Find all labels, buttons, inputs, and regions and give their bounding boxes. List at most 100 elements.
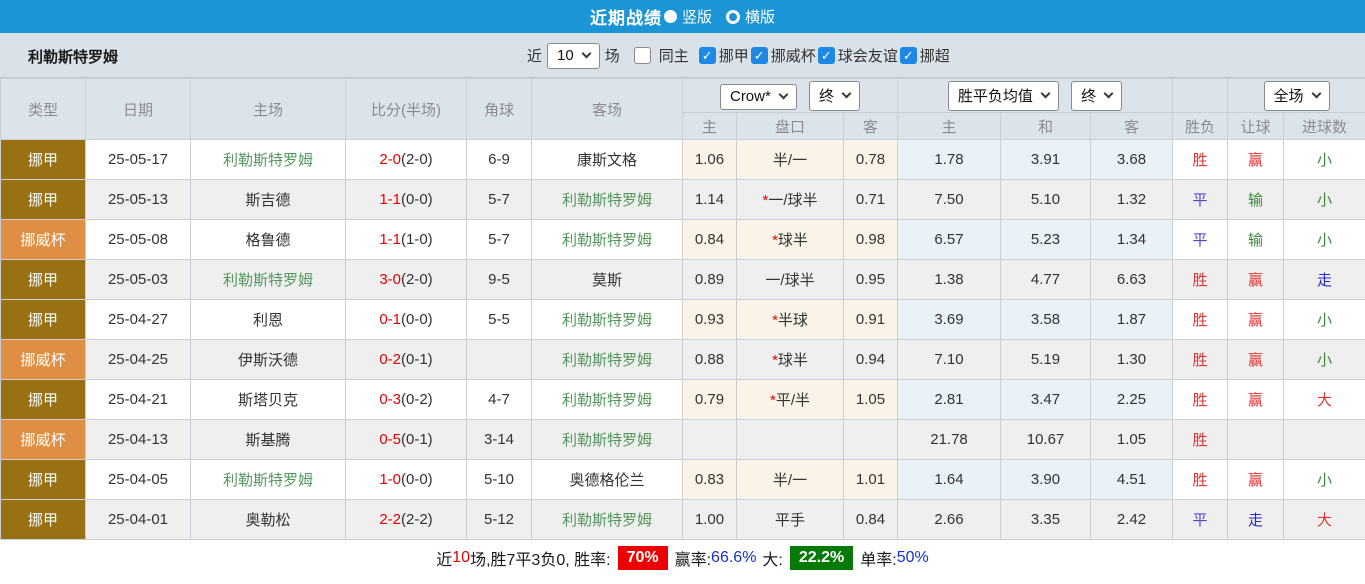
odds-header-group: Crow* 终 — [683, 79, 898, 113]
avg-type-select[interactable]: 胜平负均值 — [948, 81, 1059, 111]
handicap-result-cell: 赢 — [1228, 380, 1284, 420]
avg-draw-cell: 3.91 — [1001, 140, 1091, 180]
result-cell: 胜 — [1173, 300, 1228, 340]
sub-header-handicap: 盘口 — [737, 113, 844, 140]
handicap-result-cell: 赢 — [1228, 300, 1284, 340]
type-cell: 挪甲 — [1, 380, 86, 420]
score-cell: 0-1(0-0) — [346, 300, 467, 340]
league-checkbox-0[interactable] — [699, 47, 716, 64]
league-label-3[interactable]: 挪超 — [920, 45, 950, 66]
team-name: 利勒斯特罗姆 — [28, 46, 118, 67]
goals-cell: 大 — [1284, 380, 1365, 420]
table-row: 挪甲25-04-05利勒斯特罗姆1-0(0-0)5-10奥德格伦兰0.83半/一… — [1, 460, 1365, 500]
chevron-down-icon — [581, 49, 591, 59]
handicap-cell: 半/一 — [737, 140, 844, 180]
result-cell: 胜 — [1173, 140, 1228, 180]
away-team-cell: 利勒斯特罗姆 — [532, 340, 683, 380]
titlebar: 近期战绩 竖版 横版 — [0, 0, 1365, 33]
avg-home-cell: 2.66 — [898, 500, 1001, 540]
corner-cell: 4-7 — [467, 380, 532, 420]
chevron-down-icon — [1311, 89, 1321, 99]
win-odds-label: 赢率: — [675, 546, 711, 570]
single-rate-label: 单率: — [860, 546, 896, 570]
league-label-2[interactable]: 球会友谊 — [838, 45, 898, 66]
col-header-type: 类型 — [1, 79, 86, 140]
avg-away-cell: 1.30 — [1091, 340, 1173, 380]
summary-count: 10 — [452, 549, 470, 567]
odds-home-cell: 0.79 — [683, 380, 737, 420]
handicap-cell: *球半 — [737, 220, 844, 260]
avg-time-select[interactable]: 终 — [1071, 81, 1122, 111]
score-cell: 1-1(1-0) — [346, 220, 467, 260]
league-checkbox-3[interactable] — [900, 47, 917, 64]
type-cell: 挪甲 — [1, 180, 86, 220]
odds-away-cell: 1.05 — [844, 380, 898, 420]
sub-header-goals: 进球数 — [1284, 113, 1365, 140]
summary-middle: 场,胜7平3负0, 胜率: — [470, 546, 610, 570]
league-checkbox-2[interactable] — [818, 47, 835, 64]
table-row: 挪甲25-04-01奥勒松2-2(2-2)5-12利勒斯特罗姆1.00平手0.8… — [1, 500, 1365, 540]
handicap-cell: *球半 — [737, 340, 844, 380]
goals-cell: 走 — [1284, 260, 1365, 300]
table-row: 挪甲25-04-27利恩0-1(0-0)5-5利勒斯特罗姆0.93*半球0.91… — [1, 300, 1365, 340]
league-label-1[interactable]: 挪威杯 — [771, 45, 816, 66]
home-team-cell: 斯吉德 — [191, 180, 346, 220]
vertical-layout-radio-icon[interactable] — [664, 10, 677, 23]
single-rate-value: 50% — [897, 549, 929, 567]
league-checkbox-1[interactable] — [751, 47, 768, 64]
odds-time-select[interactable]: 终 — [809, 81, 860, 111]
date-cell: 25-04-05 — [86, 460, 191, 500]
odds-home-cell — [683, 420, 737, 460]
same-home-checkbox[interactable] — [634, 47, 651, 64]
avg-draw-cell: 10.67 — [1001, 420, 1091, 460]
date-cell: 25-04-25 — [86, 340, 191, 380]
away-team-cell: 利勒斯特罗姆 — [532, 420, 683, 460]
type-cell: 挪甲 — [1, 260, 86, 300]
avg-away-cell: 1.34 — [1091, 220, 1173, 260]
handicap-cell: *平/半 — [737, 380, 844, 420]
col-header-score: 比分(半场) — [346, 79, 467, 140]
away-team-cell: 莫斯 — [532, 260, 683, 300]
result-cell: 胜 — [1173, 380, 1228, 420]
result-cell: 胜 — [1173, 260, 1228, 300]
scope-select[interactable]: 全场 — [1264, 81, 1330, 111]
league-label-0[interactable]: 挪甲 — [719, 45, 749, 66]
avg-home-cell: 1.78 — [898, 140, 1001, 180]
odds-home-cell: 0.93 — [683, 300, 737, 340]
avg-away-cell: 1.05 — [1091, 420, 1173, 460]
vertical-layout-label[interactable]: 竖版 — [682, 6, 712, 27]
score-cell: 2-0(2-0) — [346, 140, 467, 180]
corner-cell: 5-12 — [467, 500, 532, 540]
table-row: 挪威杯25-05-08格鲁德1-1(1-0)5-7利勒斯特罗姆0.84*球半0.… — [1, 220, 1365, 260]
away-team-cell: 奥德格伦兰 — [532, 460, 683, 500]
home-team-cell: 斯塔贝克 — [191, 380, 346, 420]
date-cell: 25-05-13 — [86, 180, 191, 220]
avg-away-cell: 6.63 — [1091, 260, 1173, 300]
sub-header-avg-draw: 和 — [1001, 113, 1091, 140]
date-cell: 25-04-21 — [86, 380, 191, 420]
handicap-result-cell: 赢 — [1228, 260, 1284, 300]
odds-home-cell: 1.06 — [683, 140, 737, 180]
odds-home-cell: 0.84 — [683, 220, 737, 260]
corner-cell: 9-5 — [467, 260, 532, 300]
recent-count-select[interactable]: 10 — [547, 43, 600, 69]
avg-home-cell: 1.38 — [898, 260, 1001, 300]
sub-header-handicap-result: 让球 — [1228, 113, 1284, 140]
away-team-cell: 康斯文格 — [532, 140, 683, 180]
score-cell: 0-2(0-1) — [346, 340, 467, 380]
horizontal-layout-label[interactable]: 横版 — [745, 6, 775, 27]
type-cell: 挪甲 — [1, 300, 86, 340]
type-cell: 挪甲 — [1, 460, 86, 500]
type-cell: 挪威杯 — [1, 220, 86, 260]
same-home-label[interactable]: 同主 — [659, 45, 689, 66]
avg-home-cell: 1.64 — [898, 460, 1001, 500]
odds-home-cell: 0.83 — [683, 460, 737, 500]
home-team-cell: 伊斯沃德 — [191, 340, 346, 380]
avg-draw-cell: 5.10 — [1001, 180, 1091, 220]
avg-away-cell: 4.51 — [1091, 460, 1173, 500]
goals-cell — [1284, 420, 1365, 460]
odds-company-select[interactable]: Crow* — [720, 84, 797, 110]
recent-label: 近 — [527, 45, 542, 66]
horizontal-layout-radio-icon[interactable] — [726, 10, 740, 24]
chevron-down-icon — [1040, 89, 1050, 99]
